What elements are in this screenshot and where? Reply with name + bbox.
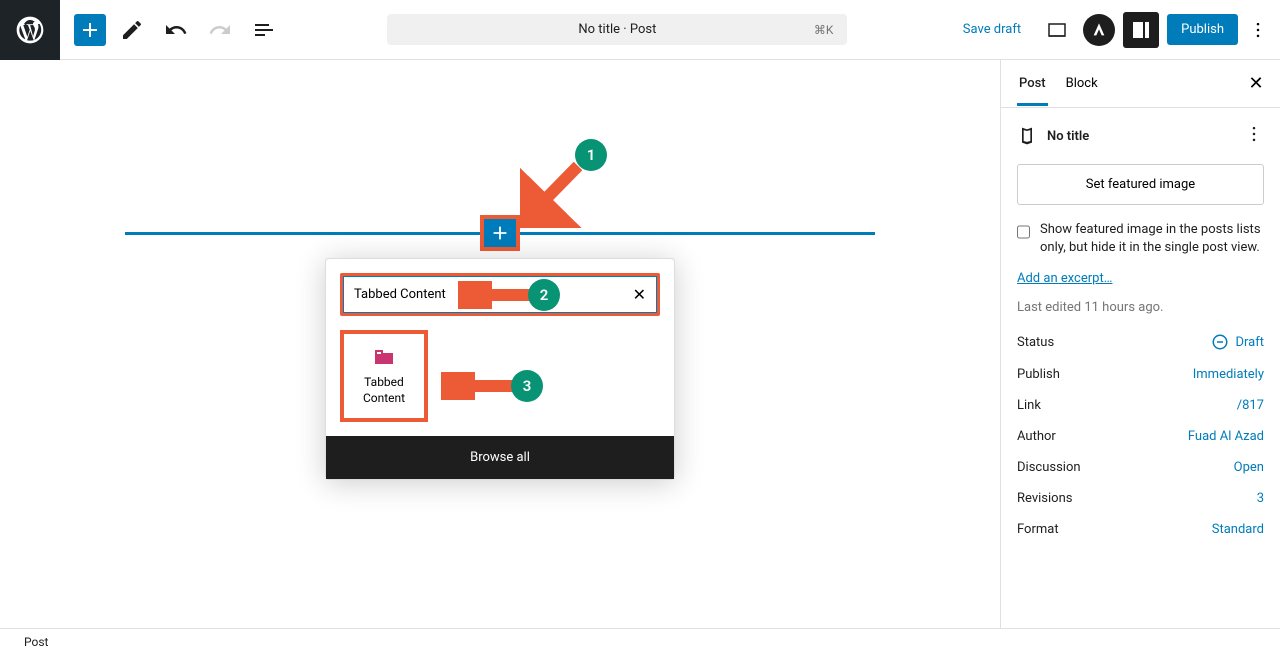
annotation-arrow-2	[458, 281, 538, 309]
post-actions-button[interactable]	[1244, 124, 1264, 148]
editor-main: 1 ✕ Tabbed Content Browse all 2	[0, 60, 1280, 628]
clear-search-button[interactable]: ✕	[633, 285, 646, 304]
publish-row: Publish Immediately	[1017, 367, 1264, 382]
settings-sidebar-button[interactable]	[1123, 12, 1159, 48]
set-featured-image-button[interactable]: Set featured image	[1017, 164, 1264, 205]
featured-image-checkbox[interactable]	[1017, 223, 1030, 241]
format-label: Format	[1017, 522, 1059, 537]
add-block-button[interactable]	[74, 14, 106, 46]
revisions-row: Revisions 3	[1017, 491, 1264, 506]
link-row: Link /817	[1017, 398, 1264, 413]
format-row: Format Standard	[1017, 522, 1264, 537]
tab-post[interactable]: Post	[1009, 62, 1056, 105]
post-panel: No title Set featured image Show feature…	[1001, 108, 1280, 569]
toolbar-left	[60, 12, 282, 48]
author-label: Author	[1017, 429, 1056, 444]
editor-footer: Post	[0, 628, 1280, 654]
featured-image-checkbox-label: Show featured image in the posts lists o…	[1040, 221, 1264, 257]
annotation-arrow-3	[441, 372, 521, 400]
options-button[interactable]	[1246, 12, 1270, 48]
discussion-value[interactable]: Open	[1234, 460, 1264, 475]
discussion-label: Discussion	[1017, 460, 1081, 475]
browse-all-button[interactable]: Browse all	[326, 436, 674, 479]
post-title-row: No title	[1017, 124, 1264, 148]
link-label: Link	[1017, 398, 1041, 413]
editor-canvas[interactable]: 1 ✕ Tabbed Content Browse all 2	[0, 60, 1000, 628]
astra-icon[interactable]	[1083, 14, 1115, 46]
block-result-label: Tabbed Content	[344, 375, 424, 406]
inline-inserter-button[interactable]	[480, 215, 520, 251]
view-button[interactable]	[1039, 12, 1075, 48]
status-value[interactable]: Draft	[1211, 333, 1264, 351]
last-edited-text: Last edited 11 hours ago.	[1017, 300, 1264, 315]
publish-label: Publish	[1017, 367, 1060, 382]
revisions-value[interactable]: 3	[1257, 491, 1264, 506]
toolbar-right: Save draft Publish	[953, 12, 1280, 48]
close-sidebar-button[interactable]: ✕	[1240, 68, 1272, 100]
document-title-button[interactable]: No title · Post ⌘K	[387, 14, 847, 45]
annotation-arrow-1	[520, 158, 590, 228]
document-title-text: No title · Post	[578, 22, 656, 37]
draft-status-icon	[1211, 333, 1229, 351]
featured-image-visibility-row: Show featured image in the posts lists o…	[1017, 221, 1264, 257]
annotation-badge-1: 1	[575, 139, 607, 171]
status-label: Status	[1017, 335, 1054, 350]
sidebar-tabs: Post Block ✕	[1001, 60, 1280, 108]
settings-sidebar: Post Block ✕ No title Set featured image…	[1000, 60, 1280, 628]
command-shortcut: ⌘K	[814, 23, 834, 37]
link-value[interactable]: /817	[1237, 398, 1264, 413]
add-excerpt-link[interactable]: Add an excerpt…	[1017, 271, 1112, 286]
annotation-badge-3: 3	[511, 370, 543, 402]
author-value[interactable]: Fuad Al Azad	[1188, 429, 1264, 444]
author-row: Author Fuad Al Azad	[1017, 429, 1264, 444]
revisions-label: Revisions	[1017, 491, 1072, 506]
tools-button[interactable]	[114, 12, 150, 48]
editor-toolbar: No title · Post ⌘K Save draft Publish	[0, 0, 1280, 60]
annotation-badge-2: 2	[528, 279, 560, 311]
document-overview-button[interactable]	[246, 12, 282, 48]
undo-button[interactable]	[158, 12, 194, 48]
block-result-tabbed-content[interactable]: Tabbed Content	[340, 330, 428, 422]
wordpress-logo[interactable]	[0, 0, 60, 60]
status-value-text: Draft	[1235, 335, 1264, 350]
redo-button[interactable]	[202, 12, 238, 48]
publish-value[interactable]: Immediately	[1193, 367, 1264, 382]
discussion-row: Discussion Open	[1017, 460, 1264, 475]
publish-button[interactable]: Publish	[1167, 14, 1238, 45]
tab-block[interactable]: Block	[1056, 62, 1108, 105]
status-row: Status Draft	[1017, 333, 1264, 351]
breadcrumb[interactable]: Post	[24, 635, 48, 649]
document-title-bar: No title · Post ⌘K	[282, 14, 953, 45]
save-draft-button[interactable]: Save draft	[953, 16, 1031, 43]
post-title-text: No title	[1047, 129, 1089, 144]
format-value[interactable]: Standard	[1212, 522, 1264, 537]
post-icon	[1017, 126, 1037, 146]
tabbed-content-icon	[372, 345, 396, 369]
